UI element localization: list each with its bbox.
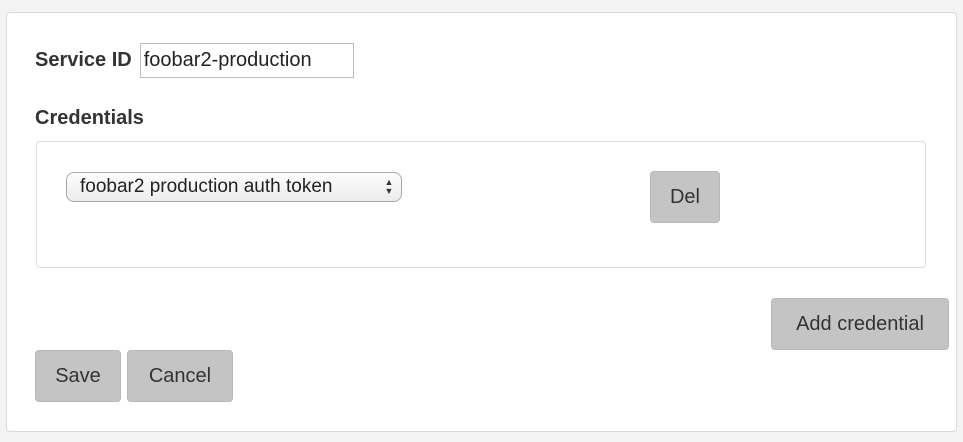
credentials-heading: Credentials	[35, 107, 144, 129]
add-credential-button[interactable]: Add credential	[771, 298, 949, 350]
service-id-row: Service ID	[35, 43, 354, 78]
save-button[interactable]: Save	[35, 350, 121, 402]
delete-credential-button[interactable]: Del	[650, 171, 720, 223]
service-form-panel: Service ID Credentials foobar2 productio…	[6, 12, 957, 432]
service-id-input[interactable]	[139, 43, 354, 78]
credential-row: foobar2 production auth token ▲ ▼ Del	[36, 141, 926, 268]
updown-arrows-icon: ▲ ▼	[384, 177, 394, 196]
credential-select-value: foobar2 production auth token	[80, 176, 333, 197]
service-id-label: Service ID	[35, 49, 132, 71]
credential-select[interactable]: foobar2 production auth token ▲ ▼	[66, 172, 402, 202]
cancel-button[interactable]: Cancel	[127, 350, 233, 402]
